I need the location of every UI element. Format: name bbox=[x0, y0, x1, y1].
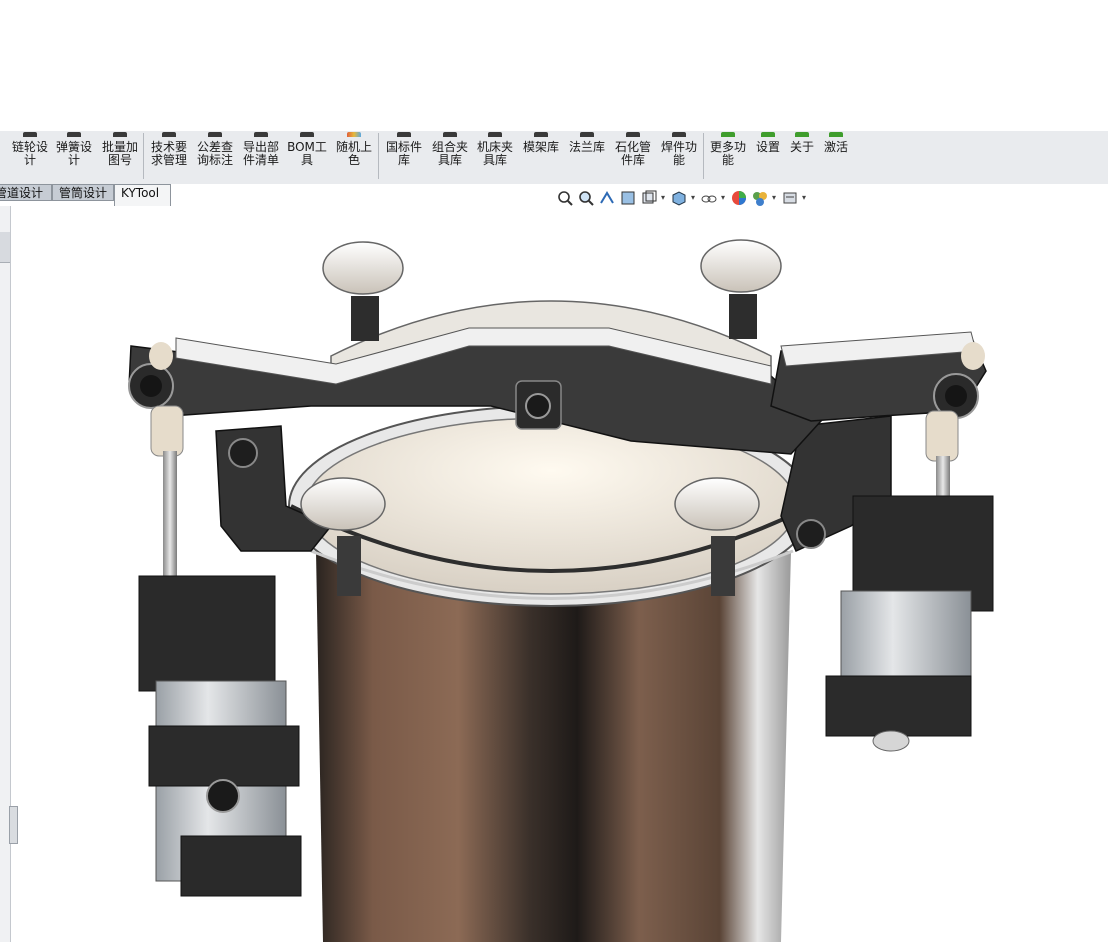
zoom-to-fit-icon[interactable] bbox=[556, 189, 574, 207]
random-color-icon bbox=[345, 131, 363, 137]
appearance-icon[interactable] bbox=[730, 189, 748, 207]
standard-parts-icon bbox=[395, 131, 413, 137]
flange-icon bbox=[578, 131, 596, 137]
center-pivot bbox=[525, 393, 551, 419]
chevron-down-icon[interactable]: ▾ bbox=[772, 189, 778, 207]
weldment-icon bbox=[670, 131, 688, 137]
display-style-icon[interactable] bbox=[670, 189, 688, 207]
standard-parts-library-button[interactable]: 国标件 库 bbox=[378, 131, 430, 184]
sprocket-icon bbox=[21, 131, 39, 137]
tolerance-query-button[interactable]: 公差查 询标注 bbox=[189, 131, 241, 184]
right-roller bbox=[961, 342, 985, 370]
view-settings-icon[interactable] bbox=[781, 189, 799, 207]
pipe-fitting-library-button[interactable]: 石化管 件库 bbox=[607, 131, 659, 184]
tank-body bbox=[316, 551, 791, 942]
spring-icon bbox=[65, 131, 83, 137]
previous-view-icon[interactable] bbox=[598, 189, 616, 207]
mold-base-icon bbox=[532, 131, 550, 137]
tech-requirements-icon bbox=[160, 131, 178, 137]
machine-fixture-icon bbox=[486, 131, 504, 137]
fixture-icon bbox=[441, 131, 459, 137]
command-tabs: 管道设计 管筒设计 KYTool bbox=[0, 184, 1108, 206]
section-view-icon[interactable] bbox=[619, 189, 637, 207]
tab-kytool[interactable]: KYTool bbox=[114, 184, 171, 206]
blank-area bbox=[0, 0, 1108, 131]
tech-requirements-button[interactable]: 技术要 求管理 bbox=[143, 131, 195, 184]
bom-tool-button[interactable]: BOM工 具 bbox=[281, 131, 333, 184]
panel-scroll-handle[interactable] bbox=[0, 232, 10, 263]
spring-design-button[interactable]: 弹簧设 计 bbox=[48, 131, 100, 184]
flange-library-button[interactable]: 法兰库 bbox=[561, 131, 613, 184]
zoom-area-icon[interactable] bbox=[577, 189, 595, 207]
command-manager-ribbon: 链轮设 计 弹簧设 计 批量加 图号 技术要 求管理 公差查 询标注 导出部 件… bbox=[0, 131, 1108, 185]
info-icon bbox=[793, 131, 811, 137]
graphics-viewport[interactable] bbox=[11, 206, 1108, 942]
machine-fixture-library-button[interactable]: 机床夹 具库 bbox=[469, 131, 521, 184]
batch-drawing-number-button[interactable]: 批量加 图号 bbox=[94, 131, 146, 184]
tab-tube-design[interactable]: 管筒设计 bbox=[52, 184, 114, 201]
export-parts-list-button[interactable]: 导出部 件清单 bbox=[235, 131, 287, 184]
random-color-button[interactable]: 随机上 色 bbox=[328, 131, 380, 184]
more-icon bbox=[719, 131, 737, 137]
chevron-down-icon[interactable]: ▾ bbox=[691, 189, 697, 207]
left-roller bbox=[149, 342, 173, 370]
chevron-down-icon[interactable]: ▾ bbox=[661, 189, 667, 207]
left-arm-pin-core bbox=[140, 375, 162, 397]
hide-show-icon[interactable] bbox=[700, 189, 718, 207]
tab-pipeline-design[interactable]: 管道设计 bbox=[0, 184, 52, 201]
knob-top-left bbox=[322, 241, 404, 341]
bom-icon bbox=[298, 131, 316, 137]
3d-model-canvas bbox=[128, 239, 994, 942]
export-list-icon bbox=[252, 131, 270, 137]
settings-icon bbox=[759, 131, 777, 137]
weldment-button[interactable]: 焊件功 能 bbox=[653, 131, 705, 184]
drawing-number-icon bbox=[111, 131, 129, 137]
chevron-down-icon[interactable]: ▾ bbox=[802, 189, 808, 207]
knob-top-right bbox=[700, 239, 782, 339]
pipe-fitting-icon bbox=[624, 131, 642, 137]
heads-up-view-toolbar: ▾ ▾ ▾ ▾ ▾ bbox=[556, 188, 808, 208]
right-pivot bbox=[796, 519, 826, 549]
tolerance-icon bbox=[206, 131, 224, 137]
scene-icon[interactable] bbox=[751, 189, 769, 207]
chevron-down-icon[interactable]: ▾ bbox=[721, 189, 727, 207]
activate-button[interactable]: 激活 bbox=[810, 131, 862, 184]
left-panel-edge bbox=[0, 206, 18, 942]
activate-icon bbox=[827, 131, 845, 137]
view-orientation-icon[interactable] bbox=[640, 189, 658, 207]
right-arm-pin-core bbox=[945, 385, 967, 407]
left-pivot bbox=[228, 438, 258, 468]
mold-base-library-button[interactable]: 模架库 bbox=[515, 131, 567, 184]
